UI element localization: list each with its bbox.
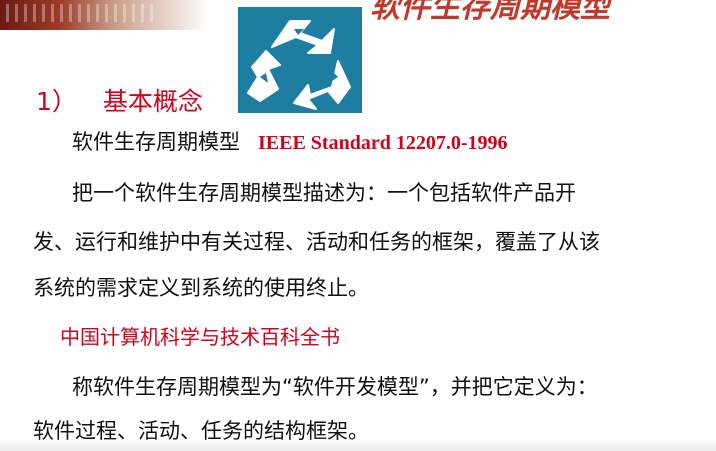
ieee-standard: IEEE Standard 12207.0-1996 bbox=[258, 132, 508, 154]
section-heading: 1） 基本概念 bbox=[36, 82, 203, 118]
bottom-fade bbox=[0, 439, 716, 451]
para1-line3: 系统的需求定义到系统的使用终止。 bbox=[33, 276, 369, 300]
para1-line1: 把一个软件生存周期模型描述为：一个包括软件产品开 bbox=[72, 181, 576, 205]
corner-photo bbox=[0, 0, 210, 30]
section-number: 1） bbox=[36, 87, 77, 116]
section-title: 基本概念 bbox=[102, 87, 203, 116]
slide: 软件生存周期模型 1） 基本概念 软件生存周期模型 IEEE Standard 12… bbox=[0, 0, 716, 451]
definition-line: 软件生存周期模型 IEEE Standard 12207.0-1996 bbox=[72, 126, 508, 156]
encyclopedia-source: 中国计算机科学与技术百科全书 bbox=[60, 325, 340, 349]
recycle-icon bbox=[238, 7, 362, 113]
slide-title: 软件生存周期模型 bbox=[370, 0, 610, 25]
para2-line1: 称软件生存周期模型为“软件开发模型”，并把它定义为： bbox=[72, 375, 598, 399]
term-label: 软件生存周期模型 bbox=[72, 130, 240, 154]
para1-line2: 发、运行和维护中有关过程、活动和任务的框架，覆盖了从该 bbox=[33, 230, 600, 254]
